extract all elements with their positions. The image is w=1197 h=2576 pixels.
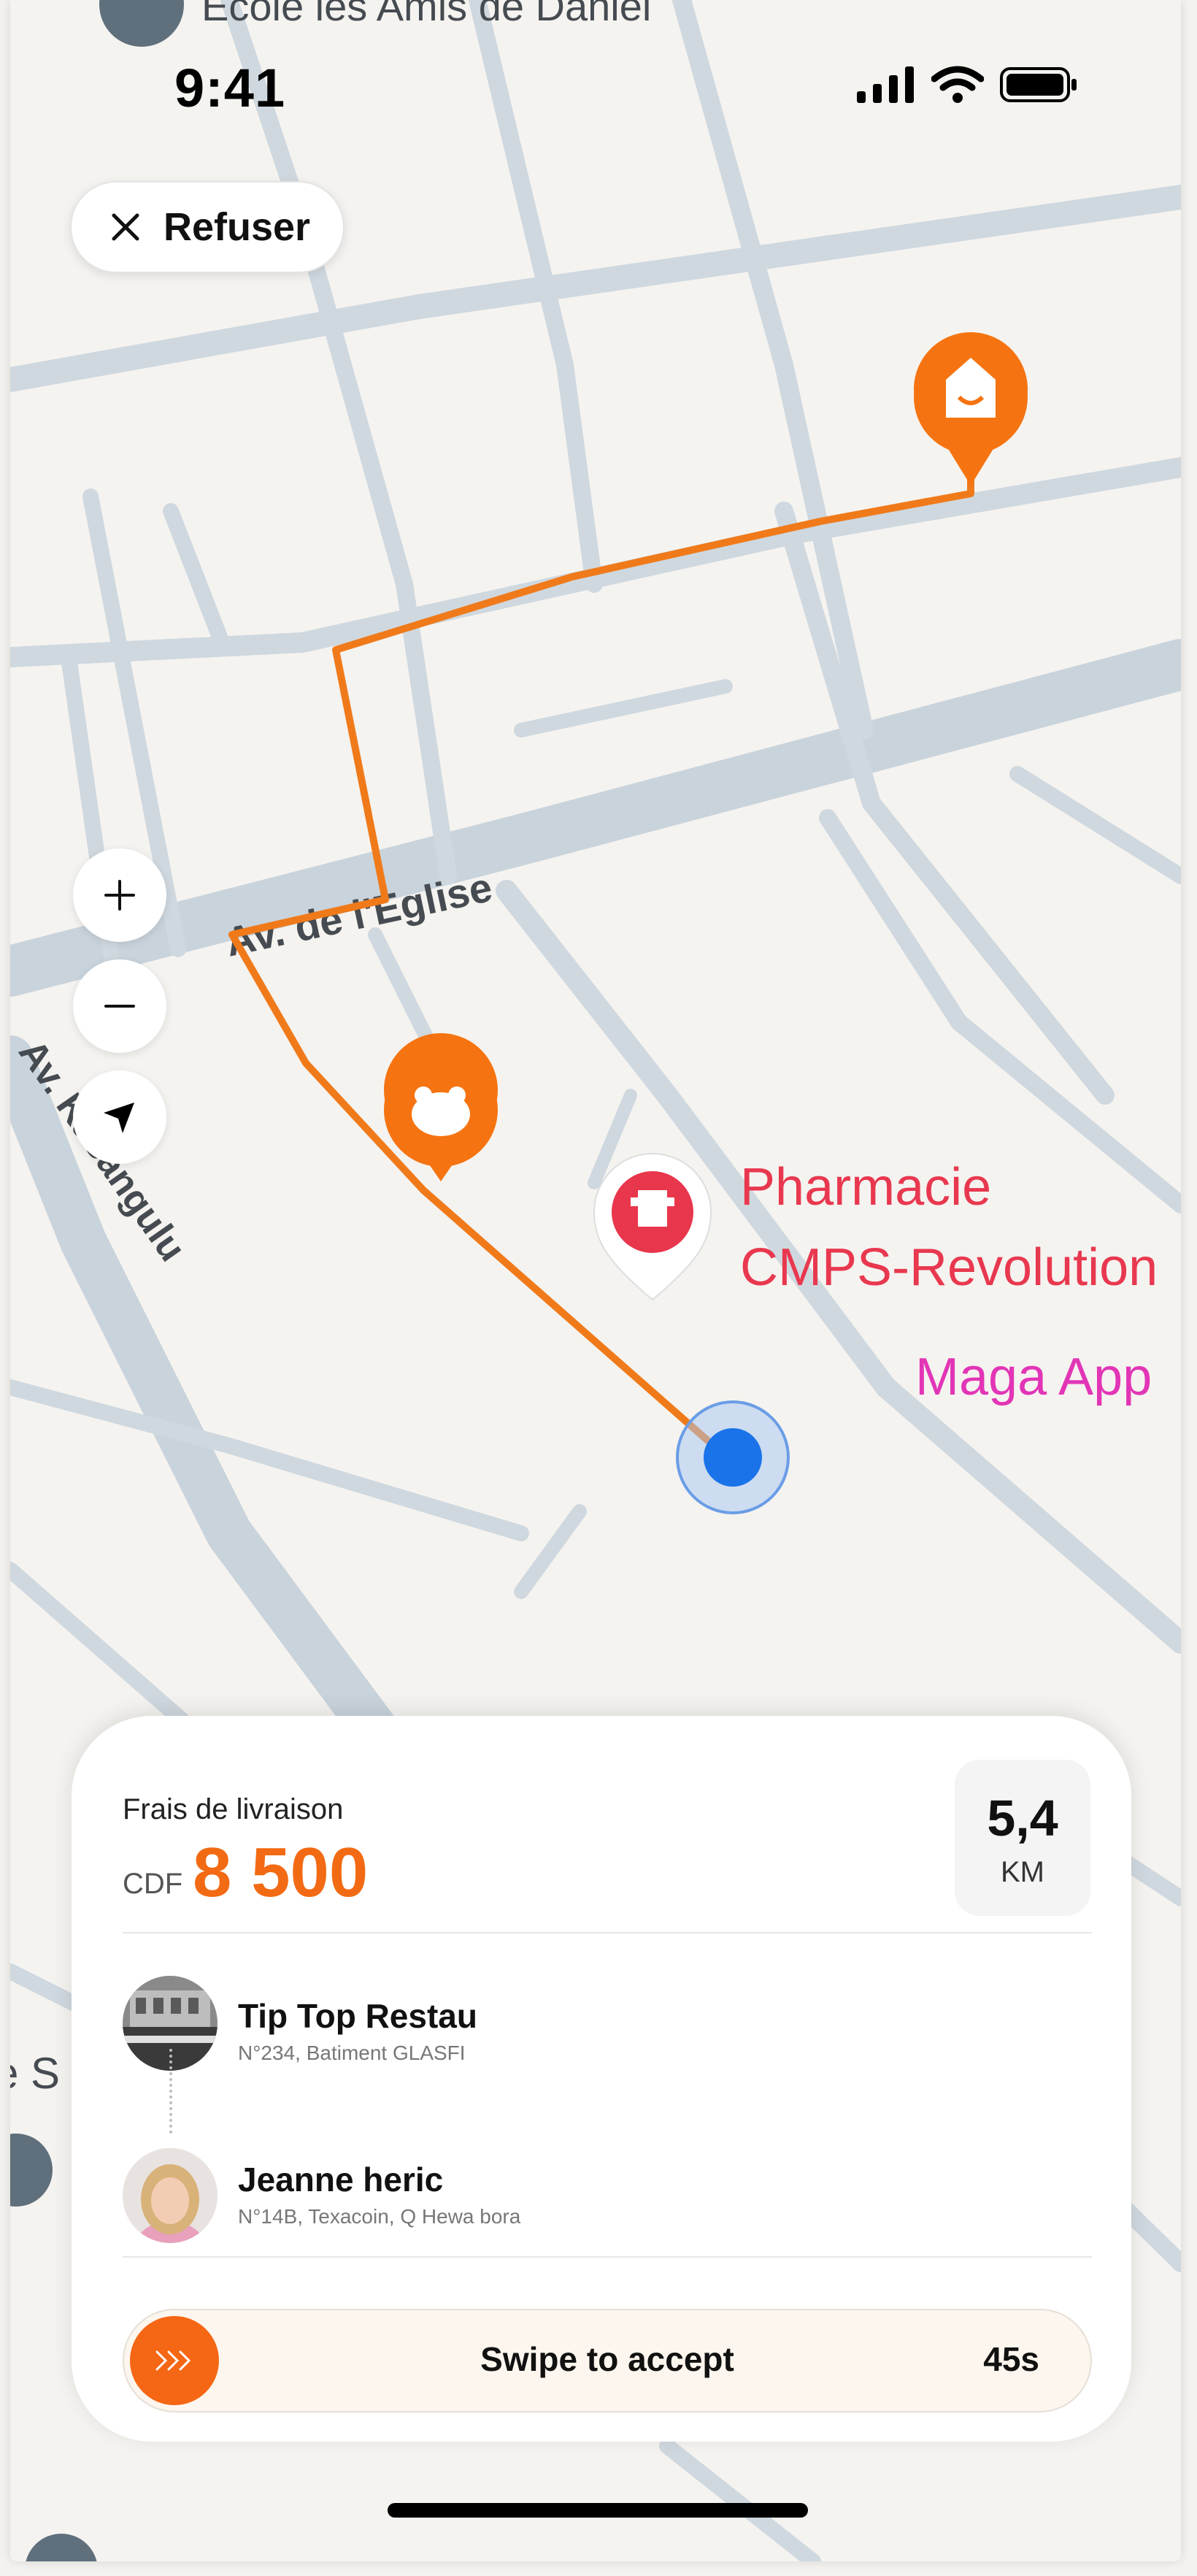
zoom-in-icon xyxy=(104,880,135,911)
dropoff-address: N°14B, Texacoin, Q Hewa bora xyxy=(238,2205,521,2228)
dropoff-name: Jeanne heric xyxy=(238,2161,444,2199)
fee-currency: CDF xyxy=(123,1868,183,1900)
wifi-icon xyxy=(931,66,984,103)
fee-label: Frais de livraison xyxy=(123,1793,344,1825)
pharmacy-label-line1: Pharmacie xyxy=(740,1158,991,1216)
pin-left-edge-icon xyxy=(10,2134,53,2207)
route-connector xyxy=(169,2049,172,2134)
recenter-icon xyxy=(104,1103,134,1133)
distance-value: 5,4 xyxy=(987,1790,1058,1847)
status-time: 9:41 xyxy=(174,58,286,118)
refuse-button-label: Refuser xyxy=(163,205,311,249)
zoom-out-icon xyxy=(104,1005,135,1008)
school-label: Ecole les Amis de Daniel xyxy=(201,0,651,29)
street-label-fragment: e S xyxy=(10,2049,60,2098)
dropoff-avatar xyxy=(123,2148,218,2243)
pickup-address: N°234, Batiment GLASFI xyxy=(238,2042,466,2064)
zoom-in-button[interactable] xyxy=(73,848,166,942)
delivery-offer-card: Frais de livraison CDF 8 500 5,4 KM Tip … xyxy=(72,1716,1131,2442)
pin-bottom-icon xyxy=(26,2534,97,2561)
distance-unit: KM xyxy=(1001,1856,1044,1888)
divider xyxy=(123,1932,1092,1933)
home-indicator[interactable] xyxy=(388,2503,808,2518)
route-line xyxy=(228,467,974,1456)
app-screen: Av. de l'Eglise Av. Kasangulu Ecole les … xyxy=(10,0,1181,2561)
signal-icon xyxy=(857,66,914,103)
current-location-icon xyxy=(676,1400,790,1514)
pharmacy-pin-icon[interactable] xyxy=(593,1153,712,1301)
zoom-out-button[interactable] xyxy=(73,959,166,1053)
countdown-timer: 45s xyxy=(983,2340,1039,2378)
swipe-to-accept-slider[interactable]: Swipe to accept 45s xyxy=(123,2309,1092,2412)
pharmacy-label-line2: CMPS-Revolution xyxy=(740,1238,1158,1297)
divider xyxy=(123,2256,1092,2258)
school-pin-icon xyxy=(99,0,184,47)
refuse-button[interactable]: Refuser xyxy=(70,181,345,273)
pickup-name: Tip Top Restau xyxy=(238,1997,477,2035)
shop-label: Maga App xyxy=(915,1348,1152,1406)
battery-icon xyxy=(1000,67,1077,102)
restaurant-pickup-pin-icon[interactable] xyxy=(384,1033,498,1181)
status-icons xyxy=(857,66,1079,104)
swipe-label: Swipe to accept xyxy=(480,2340,734,2378)
close-icon xyxy=(112,213,139,241)
fee-amount: 8 500 xyxy=(193,1833,369,1912)
home-destination-pin-icon[interactable] xyxy=(914,332,1028,486)
distance-box: 5,4 KM xyxy=(955,1760,1090,1916)
recenter-button[interactable] xyxy=(73,1070,166,1164)
